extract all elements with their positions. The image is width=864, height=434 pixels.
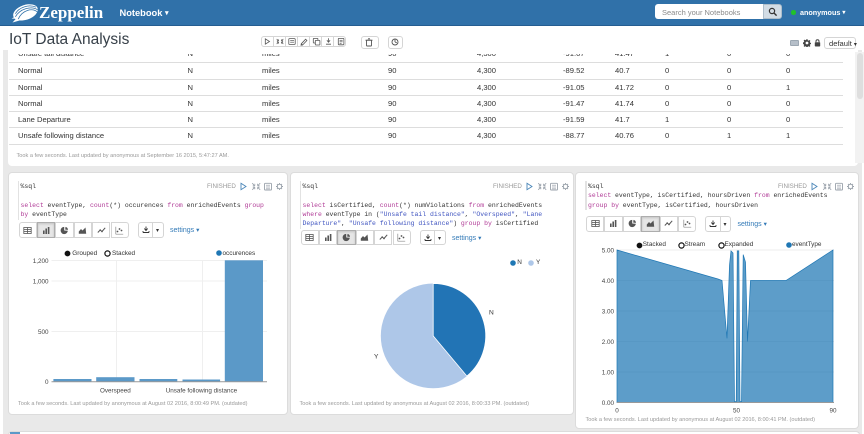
svg-text:90: 90 (829, 408, 837, 415)
svg-text:5.00: 5.00 (602, 248, 615, 255)
svg-text:500: 500 (37, 329, 48, 336)
svg-text:Y: Y (374, 354, 379, 361)
svg-text:0: 0 (615, 408, 619, 415)
svg-text:3.00: 3.00 (602, 309, 615, 316)
svg-text:1,000: 1,000 (32, 278, 48, 285)
svg-text:1,200: 1,200 (32, 258, 48, 265)
svg-text:0.00: 0.00 (602, 400, 615, 407)
svg-text:0: 0 (44, 379, 48, 386)
svg-text:Overspeed: Overspeed (99, 387, 130, 394)
svg-text:Unsafe following distance: Unsafe following distance (165, 387, 237, 394)
svg-text:50: 50 (733, 408, 741, 415)
svg-text:N: N (489, 310, 494, 317)
svg-text:2.00: 2.00 (602, 339, 615, 346)
svg-text:4.00: 4.00 (602, 278, 615, 285)
svg-text:1.00: 1.00 (602, 370, 615, 377)
